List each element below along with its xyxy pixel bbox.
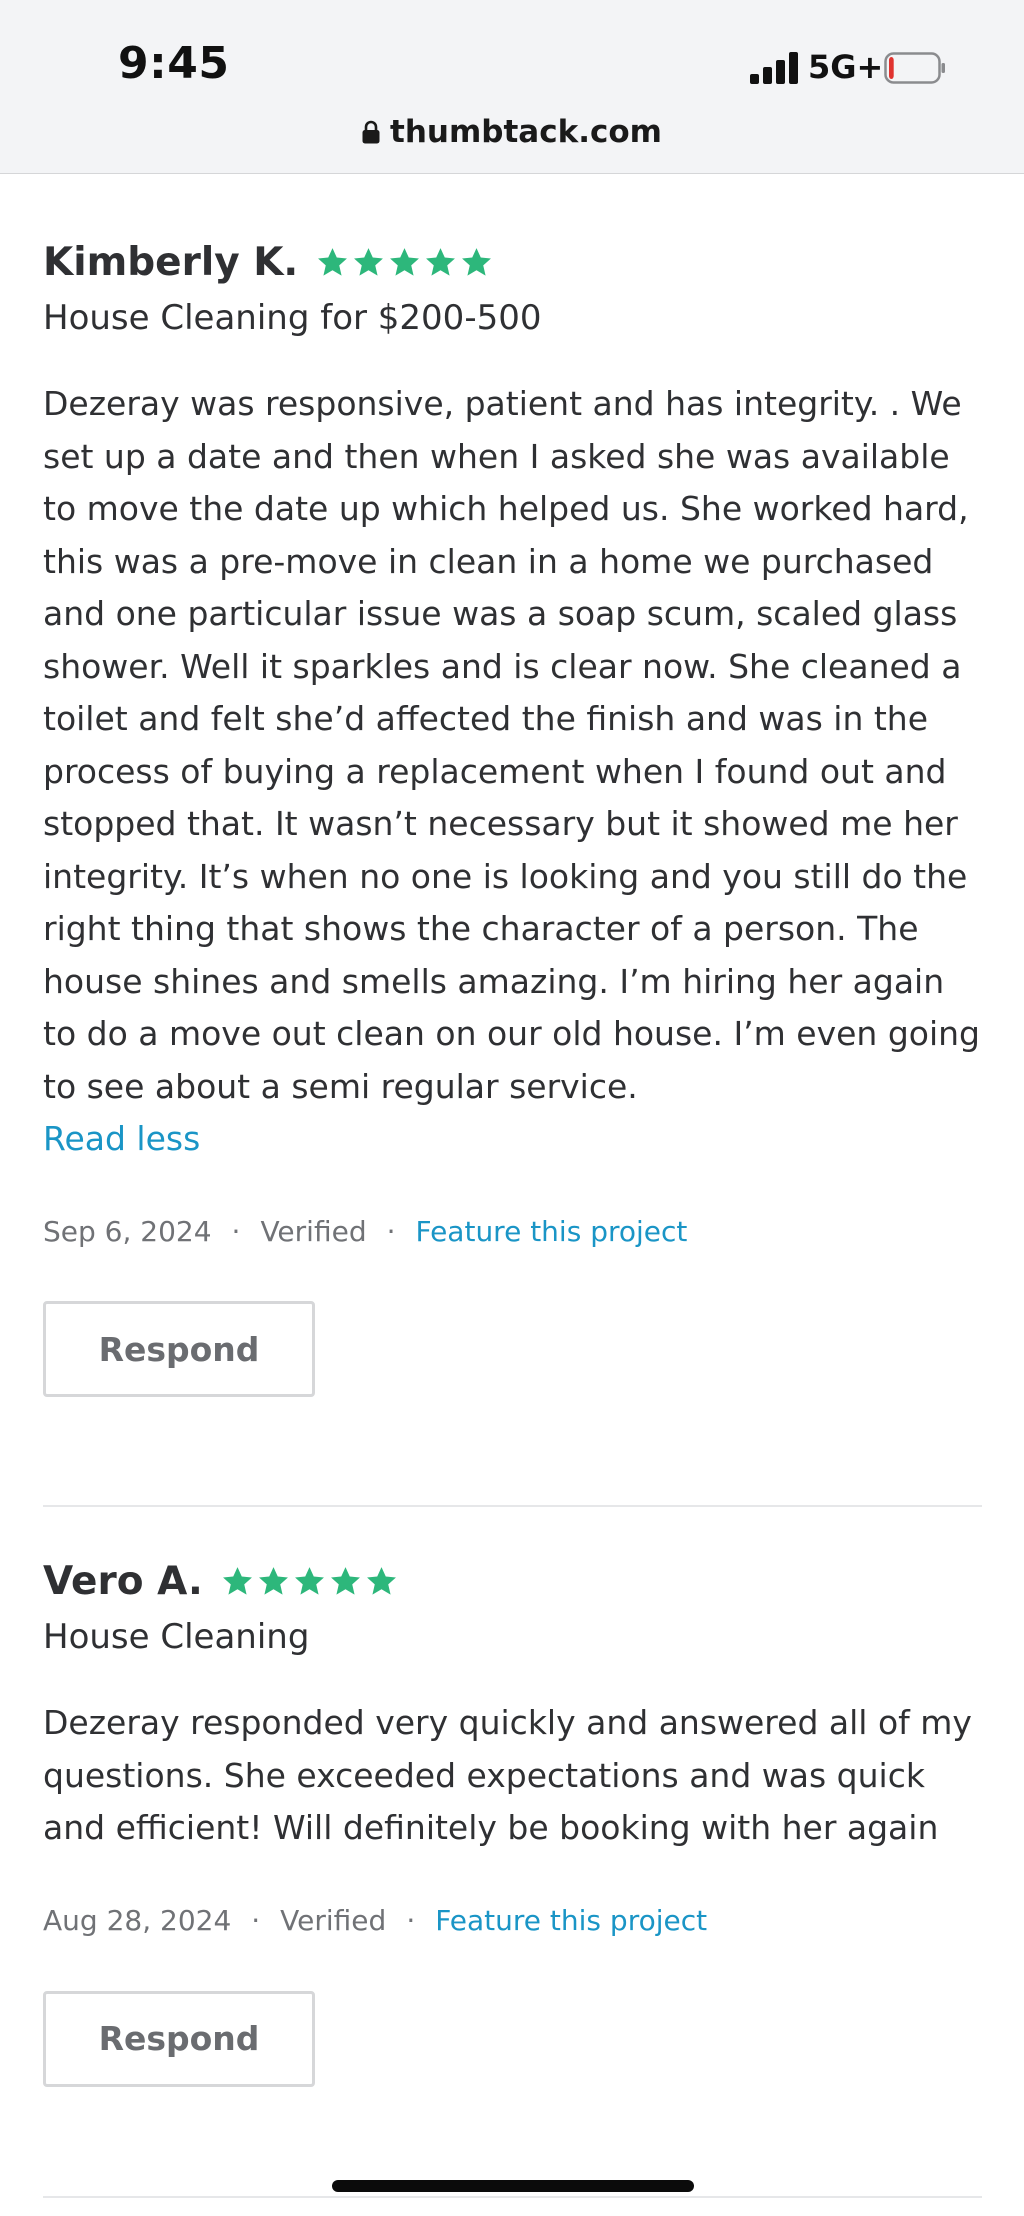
verified-label: Verified <box>280 1904 387 1937</box>
star-icon <box>426 247 456 276</box>
home-indicator[interactable] <box>332 2180 694 2192</box>
respond-button[interactable]: Respond <box>43 1301 315 1397</box>
review-meta: Aug 28, 2024 · Verified · Feature this p… <box>43 1901 982 1941</box>
star-icon <box>258 1566 288 1595</box>
verified-label: Verified <box>260 1214 367 1248</box>
read-less-link[interactable]: Read less <box>43 1113 982 1165</box>
review-date: Sep 6, 2024 <box>43 1214 212 1248</box>
separator-dot: · <box>251 1904 261 1937</box>
review-divider <box>43 2196 982 2198</box>
star-rating <box>316 246 493 279</box>
review-meta: Sep 6, 2024 · Verified · Feature this pr… <box>43 1211 982 1251</box>
cellular-signal-icon <box>750 52 798 84</box>
review-header: Kimberly K. <box>43 234 982 290</box>
review-divider <box>43 1505 982 1507</box>
reviewer-name: Vero A. <box>43 1558 203 1604</box>
url-text: thumbtack.com <box>390 114 662 150</box>
star-icon <box>294 1566 324 1595</box>
address-bar[interactable]: thumbtack.com <box>0 110 1024 154</box>
star-icon <box>222 1566 252 1595</box>
review-date: Aug 28, 2024 <box>43 1904 232 1937</box>
star-icon <box>366 1566 396 1595</box>
service-label: House Cleaning for $200-500 <box>43 298 542 338</box>
star-icon <box>354 247 384 276</box>
review-card: Vero A. House Cleaning Dezeray responded… <box>43 1553 982 2087</box>
separator-dot: · <box>406 1904 416 1937</box>
service-label: House Cleaning <box>43 1617 310 1657</box>
review-header: Vero A. <box>43 1553 982 1609</box>
review-card: Kimberly K. House Cleaning for $200-500 … <box>43 234 982 1397</box>
star-icon <box>462 247 492 276</box>
review-text: Dezeray was responsive, patient and has … <box>43 384 981 1106</box>
reviewer-name: Kimberly K. <box>43 239 299 285</box>
status-time: 9:45 <box>118 38 230 89</box>
review-text: Dezeray responded very quickly and answe… <box>43 1703 972 1847</box>
separator-dot: · <box>386 1214 396 1248</box>
respond-button[interactable]: Respond <box>43 1990 315 2087</box>
network-type: 5G+ <box>808 48 884 86</box>
feature-project-link[interactable]: Feature this project <box>435 1904 707 1937</box>
star-icon <box>330 1566 360 1595</box>
star-rating <box>221 1565 398 1598</box>
separator-dot: · <box>231 1214 241 1248</box>
lock-icon <box>362 120 380 144</box>
battery-icon <box>884 52 945 84</box>
status-bar: 9:45 5G+ thumbtack.com <box>0 0 1024 174</box>
star-icon <box>390 247 420 276</box>
star-icon <box>318 247 348 276</box>
feature-project-link[interactable]: Feature this project <box>416 1215 688 1248</box>
